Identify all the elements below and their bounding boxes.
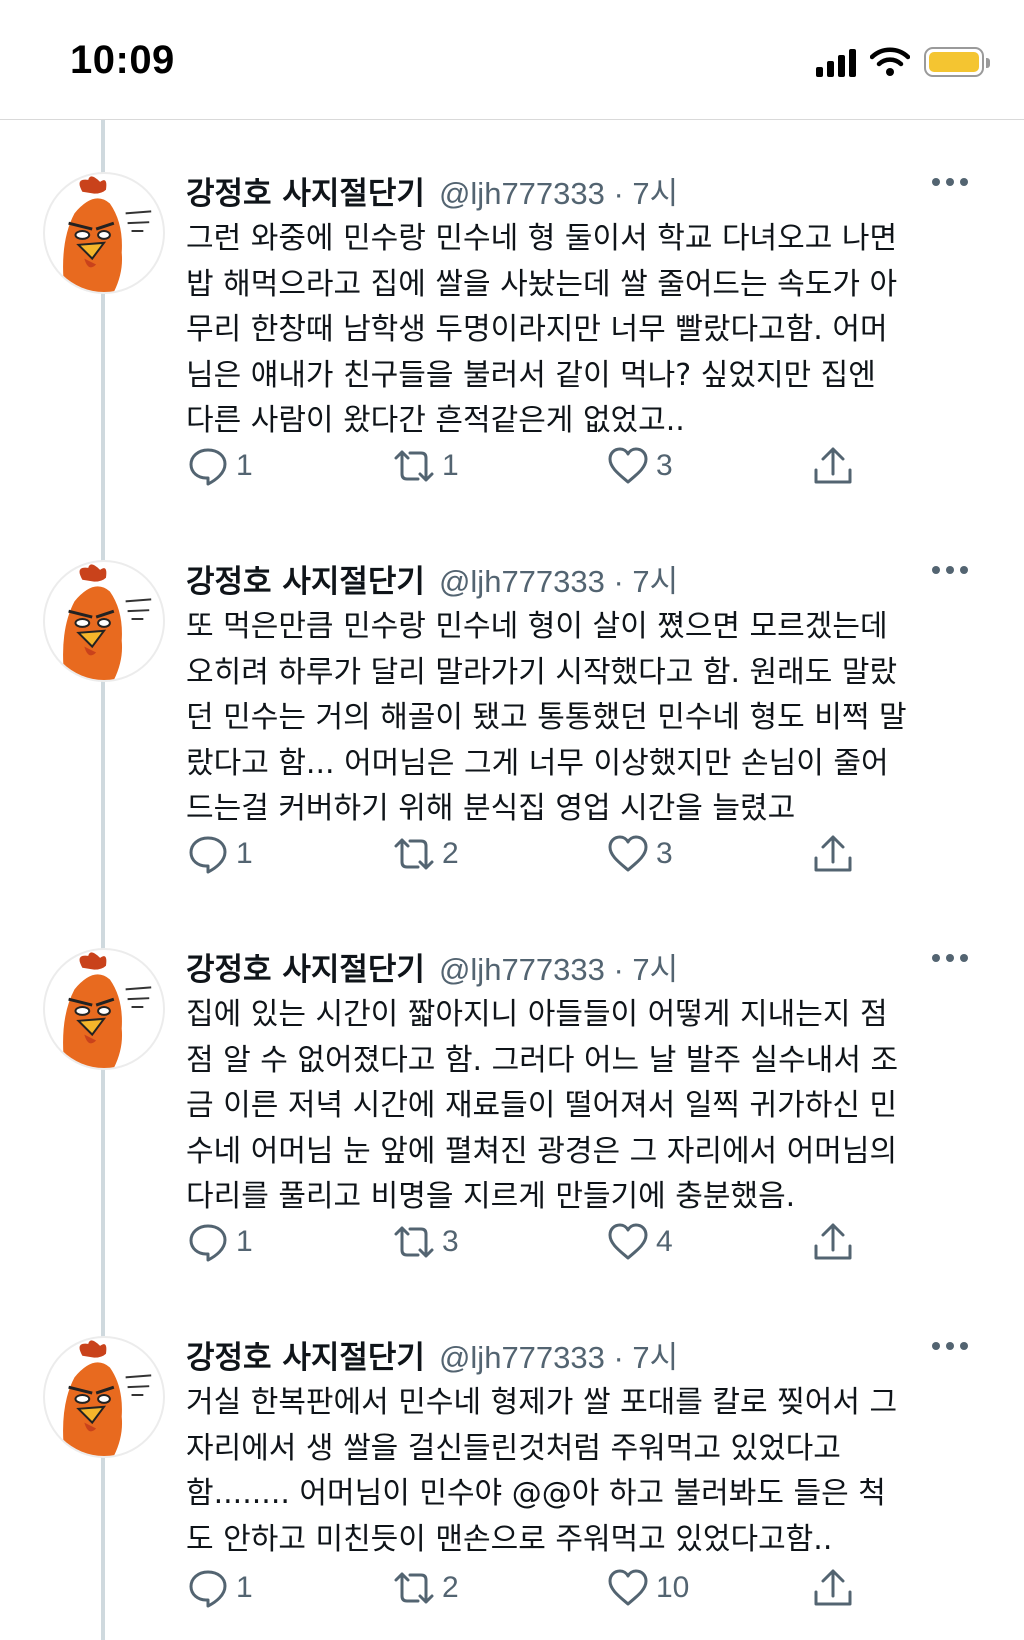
handle-and-time[interactable]: @ljh777333 · 7시: [439, 556, 678, 601]
reply-button[interactable]: 1: [186, 442, 253, 490]
tweet-header: 강정호 사지절단기 @ljh777333 · 7시: [186, 556, 678, 600]
like-button[interactable]: 3: [606, 830, 673, 878]
rooster-avatar-image: [63, 1340, 152, 1456]
reply-icon: [189, 1224, 227, 1262]
avatar[interactable]: [43, 948, 165, 1070]
heart-icon: [608, 1569, 648, 1606]
avatar[interactable]: [43, 1336, 165, 1458]
more-options-icon[interactable]: [932, 178, 968, 186]
share-icon: [814, 1569, 852, 1606]
retweet-icon: [394, 838, 434, 870]
share-button[interactable]: [811, 830, 855, 878]
more-options-icon[interactable]: [932, 566, 968, 574]
tweet-actions: 1 2 10: [186, 1564, 866, 1612]
tweet-actions: 1 2 3: [186, 830, 866, 878]
tweet-text: 그런 와중에 민수랑 민수네 형 둘이서 학교 다녀오고 나면 밥 해먹으라고 …: [186, 221, 898, 438]
display-name[interactable]: 강정호 사지절단기: [186, 556, 425, 601]
heart-icon: [608, 447, 648, 484]
handle-and-time[interactable]: @ljh777333 · 7시: [439, 944, 678, 989]
more-options-icon[interactable]: [932, 954, 968, 962]
battery-level: [929, 52, 979, 72]
retweet-count: 2: [442, 837, 459, 870]
share-icon: [814, 835, 852, 872]
rooster-avatar-image: [63, 952, 152, 1068]
retweet-count: 2: [442, 1571, 459, 1604]
like-button[interactable]: 3: [606, 442, 673, 490]
retweet-icon: [394, 1226, 434, 1258]
tweet-header: 강정호 사지절단기 @ljh777333 · 7시: [186, 1332, 678, 1376]
status-icons: [816, 44, 990, 80]
tweet-header: 강정호 사지절단기 @ljh777333 · 7시: [186, 944, 678, 988]
reply-button[interactable]: 1: [186, 1218, 253, 1266]
like-count: 3: [656, 837, 673, 870]
reply-icon: [189, 448, 227, 486]
more-options-icon[interactable]: [932, 1342, 968, 1350]
status-bar: 10:09: [0, 0, 1024, 120]
retweet-icon: [394, 450, 434, 482]
share-icon: [814, 447, 852, 484]
display-name[interactable]: 강정호 사지절단기: [186, 944, 425, 989]
share-button[interactable]: [811, 442, 855, 490]
retweet-count: 1: [442, 449, 459, 482]
rooster-avatar-image: [63, 176, 152, 292]
avatar[interactable]: [43, 172, 165, 294]
tweet[interactable]: 강정호 사지절단기 @ljh777333 · 7시 거실 한복판에서 민수네 형…: [0, 1284, 1024, 1640]
heart-icon: [608, 1223, 648, 1260]
wifi-icon: [870, 47, 910, 76]
reply-count: 1: [236, 1571, 253, 1604]
reply-button[interactable]: 1: [186, 1564, 253, 1612]
tweet[interactable]: 강정호 사지절단기 @ljh777333 · 7시 그런 와중에 민수랑 민수네…: [0, 120, 1024, 508]
handle-and-time[interactable]: @ljh777333 · 7시: [439, 1332, 678, 1377]
tweet-text: 집에 있는 시간이 짧아지니 아들들이 어떻게 지내는지 점 점 알 수 없어졌…: [186, 997, 899, 1214]
retweet-button[interactable]: 1: [392, 442, 459, 490]
share-icon: [814, 1223, 852, 1260]
share-button[interactable]: [811, 1218, 855, 1266]
tweet-text: 거실 한복판에서 민수네 형제가 쌀 포대를 칼로 찢어서 그 자리에서 생 쌀…: [186, 1385, 898, 1557]
tweet-header: 강정호 사지절단기 @ljh777333 · 7시: [186, 168, 678, 212]
cellular-signal-icon: [816, 47, 856, 77]
retweet-button[interactable]: 3: [392, 1218, 459, 1266]
like-count: 10: [656, 1571, 690, 1604]
like-count: 3: [656, 449, 673, 482]
tweet-actions: 1 1 3: [186, 442, 866, 490]
reply-count: 1: [236, 837, 253, 870]
like-button[interactable]: 4: [606, 1218, 673, 1266]
reply-button[interactable]: 1: [186, 830, 253, 878]
battery-icon: [924, 47, 990, 77]
reply-icon: [189, 836, 227, 874]
status-time: 10:09: [70, 38, 175, 82]
tweet[interactable]: 강정호 사지절단기 @ljh777333 · 7시 집에 있는 시간이 짧아지니…: [0, 896, 1024, 1284]
retweet-button[interactable]: 2: [392, 830, 459, 878]
heart-icon: [608, 835, 648, 872]
avatar[interactable]: [43, 560, 165, 682]
like-button[interactable]: 10: [606, 1564, 689, 1612]
tweet-text: 또 먹은만큼 민수랑 민수네 형이 살이 쪘으면 모르겠는데 오히려 하루가 달…: [186, 609, 907, 826]
retweet-button[interactable]: 2: [392, 1564, 459, 1612]
handle-and-time[interactable]: @ljh777333 · 7시: [439, 168, 678, 213]
rooster-avatar-image: [63, 564, 152, 680]
retweet-icon: [394, 1572, 434, 1604]
share-button[interactable]: [811, 1564, 855, 1612]
tweet-actions: 1 3 4: [186, 1218, 866, 1266]
like-count: 4: [656, 1225, 673, 1258]
reply-icon: [189, 1570, 227, 1608]
retweet-count: 3: [442, 1225, 459, 1258]
display-name[interactable]: 강정호 사지절단기: [186, 1332, 425, 1377]
reply-count: 1: [236, 449, 253, 482]
reply-count: 1: [236, 1225, 253, 1258]
display-name[interactable]: 강정호 사지절단기: [186, 168, 425, 213]
tweet[interactable]: 강정호 사지절단기 @ljh777333 · 7시 또 먹은만큼 민수랑 민수네…: [0, 508, 1024, 896]
